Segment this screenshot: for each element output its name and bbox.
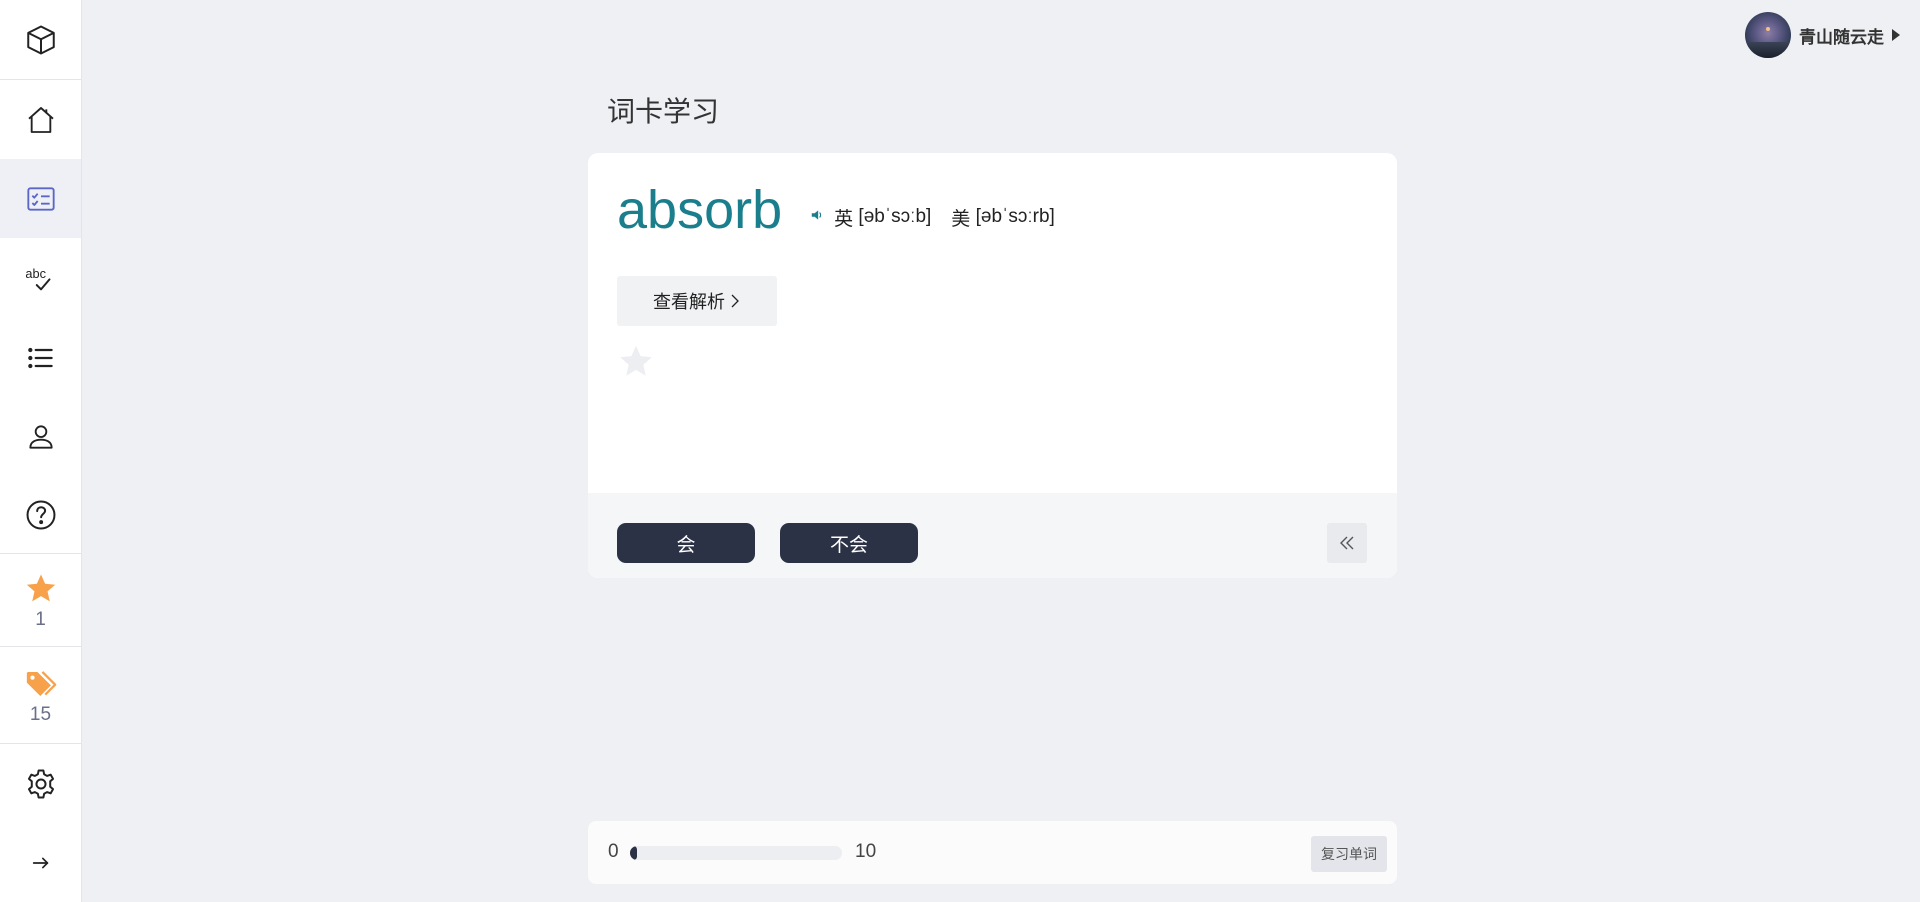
sidebar-item-help[interactable] — [0, 477, 81, 553]
sidebar-item-word-list[interactable] — [0, 318, 81, 397]
favorites-count: 1 — [35, 608, 46, 630]
list-icon — [27, 347, 53, 368]
sidebar: abc 1 15 — [0, 0, 82, 902]
phonetics: 英 [əbˈsɔːb] 美 [əbˈsɔːrb] — [810, 204, 1055, 231]
sidebar-item-profile[interactable] — [0, 397, 81, 477]
sidebar-item-expand[interactable] — [0, 824, 81, 902]
progress-fill — [630, 846, 637, 860]
sidebar-item-tags[interactable]: 15 — [0, 647, 81, 743]
know-button[interactable]: 会 — [617, 523, 755, 563]
sidebar-item-word-cards[interactable] — [0, 159, 81, 238]
view-analysis-label: 查看解析 — [653, 292, 725, 312]
spellcheck-icon: abc — [25, 266, 50, 291]
gear-icon — [27, 769, 54, 799]
us-phonetic: [əbˈsɔːrb] — [975, 206, 1055, 227]
cube-icon — [26, 25, 55, 55]
user-icon — [28, 425, 53, 449]
svg-text:abc: abc — [25, 266, 46, 281]
sidebar-item-spelling[interactable]: abc — [0, 238, 81, 318]
star-icon — [26, 574, 55, 601]
progress-current: 0 — [608, 841, 619, 862]
home-icon — [27, 106, 54, 133]
uk-phonetic: [əbˈsɔːb] — [858, 206, 932, 227]
card-actions: 会 不会 — [588, 493, 1397, 578]
checklist-icon — [26, 186, 55, 211]
sidebar-item-settings[interactable] — [0, 744, 81, 824]
page-title: 词卡学习 — [607, 96, 720, 127]
view-analysis-button[interactable]: 查看解析 — [617, 276, 777, 326]
progress-track — [630, 846, 842, 860]
progress-total: 10 — [855, 841, 877, 862]
review-words-button[interactable]: 复习单词 — [1311, 836, 1387, 872]
sidebar-item-home[interactable] — [0, 80, 81, 159]
avatar[interactable] — [1745, 12, 1791, 58]
speaker-icon[interactable] — [810, 206, 824, 228]
word-header: absorb 英 [əbˈsɔːb] 美 [əbˈsɔːrb] — [617, 183, 1055, 237]
tags-count: 15 — [29, 703, 52, 725]
sidebar-item-favorites[interactable]: 1 — [0, 554, 81, 646]
user-menu[interactable]: 青山随云走 — [1745, 12, 1900, 58]
favorite-star-icon[interactable] — [617, 343, 655, 386]
double-chevron-left-icon — [1340, 536, 1354, 550]
caret-right-icon[interactable] — [1892, 29, 1900, 41]
tag-icon — [26, 670, 56, 696]
uk-label: 英 — [834, 208, 854, 230]
collapse-button[interactable] — [1327, 523, 1367, 563]
user-name[interactable]: 青山随云走 — [1799, 23, 1884, 48]
progress-panel: 0 10 复习单词 — [588, 821, 1397, 884]
chevron-right-icon — [731, 294, 739, 308]
word-text: absorb — [617, 180, 783, 240]
arrow-right-icon — [32, 857, 48, 869]
dont-know-button[interactable]: 不会 — [780, 523, 918, 563]
sidebar-item-logo[interactable] — [0, 0, 81, 80]
word-card: absorb 英 [əbˈsɔːb] 美 [əbˈsɔːrb] 查看解析 会 不… — [588, 153, 1397, 578]
help-icon — [26, 500, 55, 530]
us-label: 美 — [951, 208, 971, 230]
